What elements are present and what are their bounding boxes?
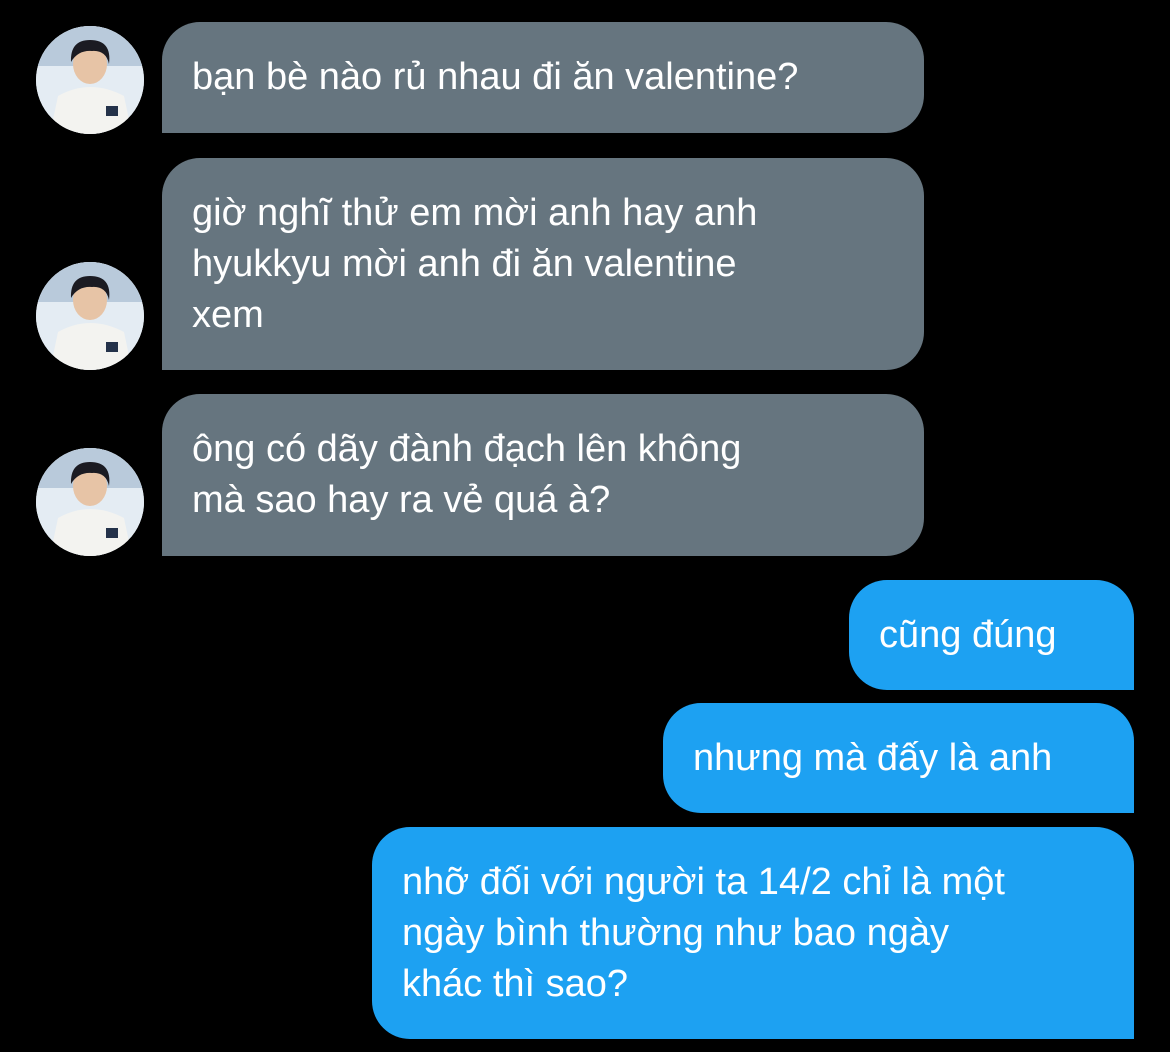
message-line: hyukkyu mời anh đi ăn valentine xyxy=(192,242,737,285)
sender-avatar[interactable] xyxy=(36,26,144,134)
avatar-photo xyxy=(36,262,144,370)
message-line: khác thì sao? xyxy=(402,962,629,1005)
message-bubble-received[interactable]: bạn bè nào rủ nhau đi ăn valentine? xyxy=(162,22,924,133)
avatar-photo xyxy=(36,448,144,556)
message-line: bạn bè nào rủ nhau đi ăn valentine? xyxy=(192,56,799,98)
message-line: nhưng mà đấy là anh xyxy=(693,736,1053,779)
message-line: nhỡ đối với người ta 14/2 chỉ là một xyxy=(402,860,1005,903)
avatar-photo xyxy=(36,26,144,134)
sender-avatar[interactable] xyxy=(36,262,144,370)
message-bubble-sent[interactable]: nhưng mà đấy là anh xyxy=(663,703,1134,813)
message-line: mà sao hay ra vẻ quá à? xyxy=(192,479,611,521)
message-line: giờ nghĩ thử em mời anh hay anh xyxy=(192,191,758,234)
sender-avatar[interactable] xyxy=(36,448,144,556)
message-bubble-received[interactable]: giờ nghĩ thử em mời anh hay anh hyukkyu … xyxy=(162,158,924,370)
message-line: ông có dãy đành đạch lên không xyxy=(192,428,742,470)
message-line: xem xyxy=(192,293,264,336)
message-bubble-sent[interactable]: nhỡ đối với người ta 14/2 chỉ là một ngà… xyxy=(372,827,1134,1039)
message-line: ngày bình thường như bao ngày xyxy=(402,911,949,954)
message-line: cũng đúng xyxy=(879,613,1057,656)
message-bubble-sent[interactable]: cũng đúng xyxy=(849,580,1134,690)
message-bubble-received[interactable]: ông có dãy đành đạch lên không mà sao ha… xyxy=(162,394,924,556)
